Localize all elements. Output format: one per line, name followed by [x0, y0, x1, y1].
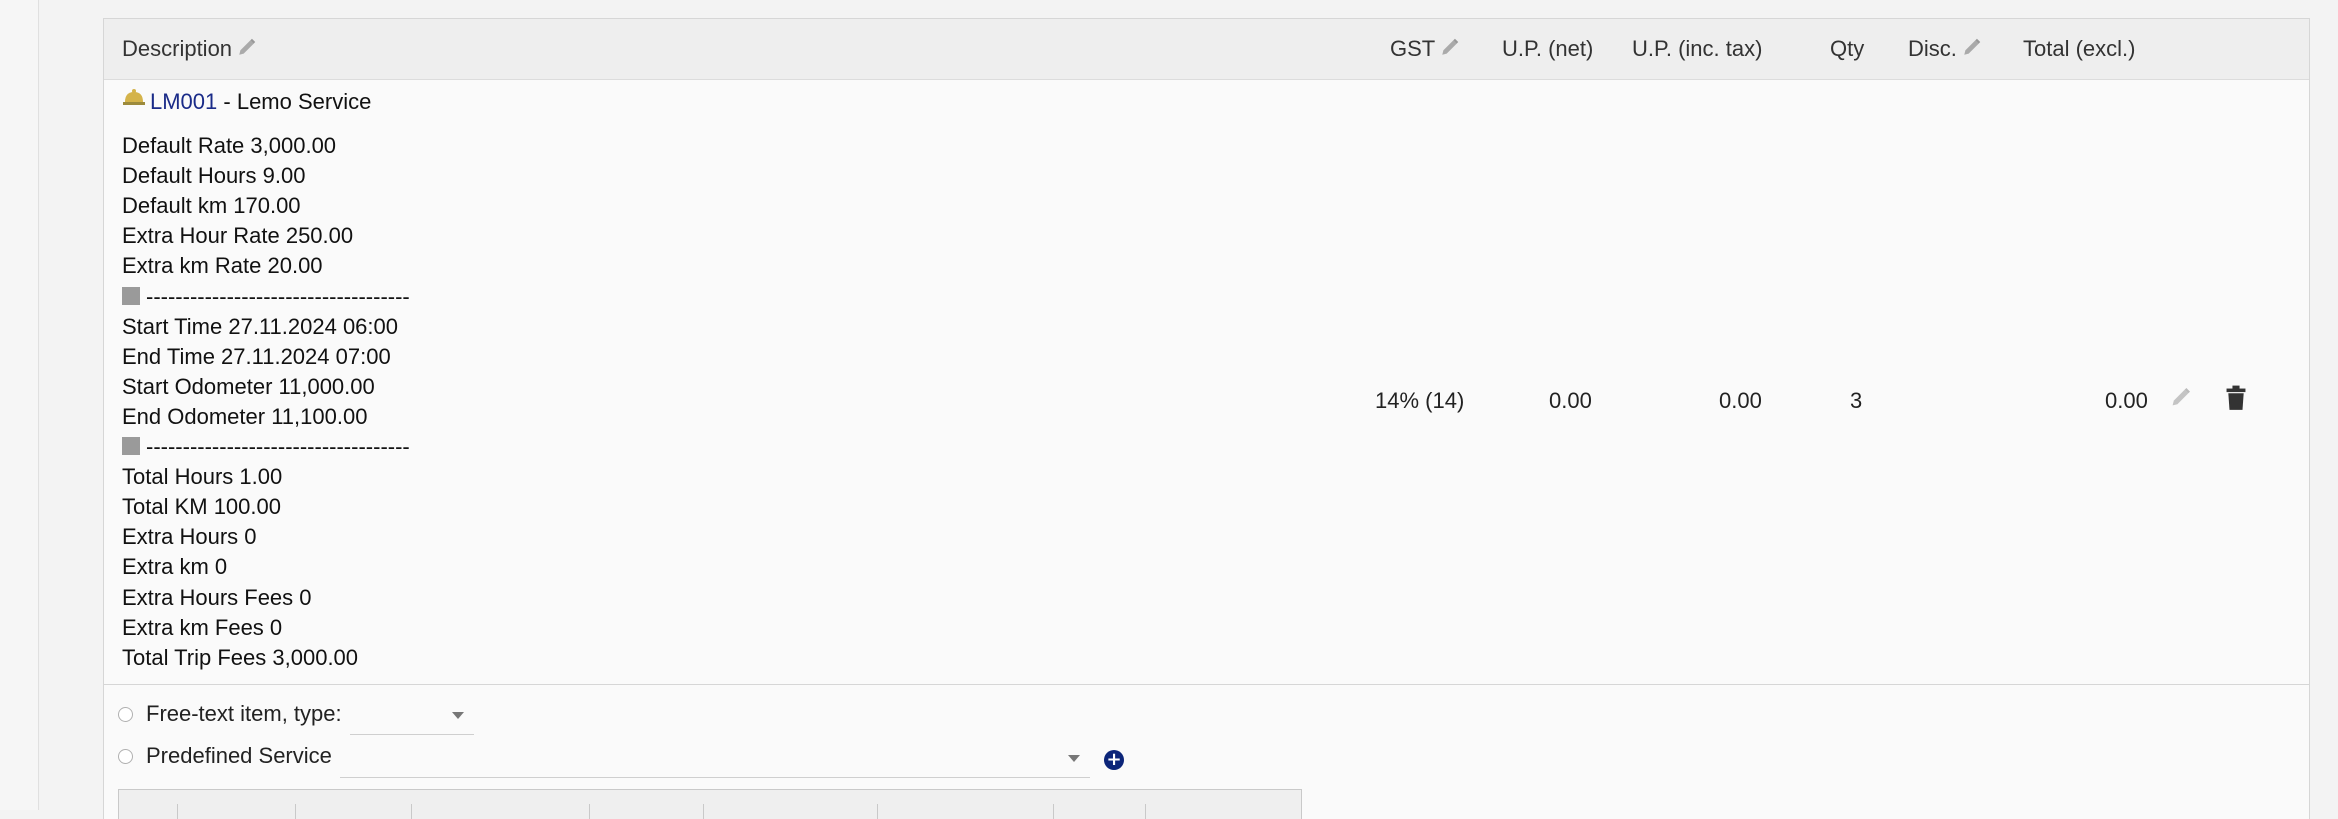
detail-line: Extra Hours Fees 0 [122, 584, 312, 610]
header-qty: Qty [1830, 36, 1865, 61]
cell-up-net: 0.00 [1549, 388, 1592, 413]
table-header: Description GST U.P. (net) U.P. (inc. ta… [104, 19, 2309, 80]
header-gst: GST [1390, 36, 1461, 64]
pencil-icon[interactable] [1961, 36, 1983, 64]
column-separator [589, 804, 590, 819]
delete-line-button[interactable] [2225, 385, 2247, 417]
predefined-service-radio[interactable] [118, 749, 133, 764]
pencil-icon[interactable] [236, 36, 258, 64]
left-sidebar-gutter [0, 0, 39, 810]
detail-line: Extra Hours 0 [122, 524, 257, 550]
free-text-type-select[interactable] [350, 696, 474, 735]
product-code-link[interactable]: LM001 [150, 89, 217, 114]
line-title: LM001 - Lemo Service [122, 87, 410, 117]
cell-total-excl: 0.00 [2105, 388, 2148, 413]
detail-line: Extra km 0 [122, 554, 228, 580]
separator-line: ------------------------------------ [122, 432, 410, 462]
detail-line: Default km 170.00 [122, 193, 301, 219]
column-separator [1145, 804, 1146, 819]
detail-line: End Time 27.11.2024 07:00 [122, 343, 391, 369]
product-name: - Lemo Service [217, 89, 372, 114]
detail-line: Start Odometer 11,000.00 [122, 373, 375, 399]
header-total-excl: Total (excl.) [2023, 36, 2136, 61]
detail-line: Start Time 27.11.2024 06:00 [122, 313, 398, 339]
column-separator [295, 804, 296, 819]
predefined-service-label: Predefined Service [146, 743, 332, 768]
detail-line: Default Rate 3,000.00 [122, 133, 337, 159]
header-disc: Disc. [1908, 36, 1983, 64]
column-separator [1053, 804, 1054, 819]
detail-line: Default Hours 9.00 [122, 163, 306, 189]
column-separator [411, 804, 412, 819]
header-up-net: U.P. (net) [1502, 36, 1594, 61]
predefined-service-select[interactable] [340, 739, 1090, 778]
free-text-radio[interactable] [118, 707, 133, 722]
square-icon [122, 437, 140, 456]
service-bell-icon [122, 85, 146, 115]
column-separator [177, 804, 178, 819]
column-separator [703, 804, 704, 819]
header-up-inc-tax: U.P. (inc. tax) [1632, 36, 1763, 61]
detail-line: End Odometer 11,100.00 [122, 403, 368, 429]
cell-qty: 3 [1850, 388, 1863, 413]
column-separator [877, 804, 878, 819]
detail-line: Extra km Rate 20.00 [122, 253, 323, 279]
detail-line: Extra Hour Rate 250.00 [122, 223, 354, 249]
lines-table: Description GST U.P. (net) U.P. (inc. ta… [103, 18, 2310, 819]
trash-icon[interactable] [2225, 385, 2247, 416]
detail-line: Extra km Fees 0 [122, 614, 283, 640]
detail-line: Total Hours 1.00 [122, 464, 283, 490]
chevron-down-icon [1068, 755, 1080, 762]
row-divider [104, 684, 2309, 685]
detail-line: Total KM 100.00 [122, 494, 281, 520]
separator-line: ------------------------------------ [122, 282, 410, 312]
free-text-label: Free-text item, type: [146, 701, 342, 726]
cell-gst: 14% (14) [1375, 388, 1465, 413]
line-description: LM001 - Lemo Service Default Rate 3,000.… [122, 87, 410, 673]
cell-up-inc-tax: 0.00 [1719, 388, 1762, 413]
header-description: Description [122, 36, 258, 64]
square-icon [122, 286, 140, 305]
plus-circle-icon[interactable]: + [1104, 750, 1124, 770]
pencil-icon[interactable] [1439, 36, 1461, 64]
detail-line: Total Trip Fees 3,000.00 [122, 644, 359, 670]
edit-line-button[interactable] [2169, 385, 2193, 415]
sub-table-header [118, 789, 1302, 819]
chevron-down-icon [452, 712, 464, 719]
pencil-icon[interactable] [2169, 388, 2193, 414]
